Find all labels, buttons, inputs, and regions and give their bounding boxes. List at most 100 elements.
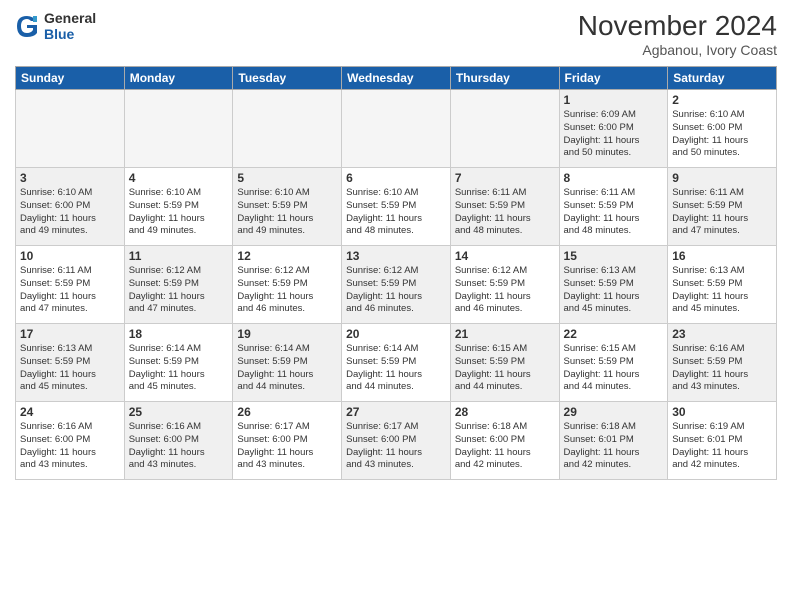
day-info: Sunrise: 6:15 AM Sunset: 5:59 PM Dayligh… — [564, 343, 664, 394]
day-number: 3 — [20, 171, 120, 185]
day-number: 23 — [672, 327, 772, 341]
day-cell: 19Sunrise: 6:14 AM Sunset: 5:59 PM Dayli… — [233, 324, 342, 402]
week-row-1: 1 Sunrise: 6:09 AM Sunset: 6:00 PM Daylig… — [16, 90, 777, 168]
day-info: Sunrise: 6:19 AM Sunset: 6:01 PM Dayligh… — [672, 421, 772, 472]
day-cell: 29 Sunrise: 6:18 AM Sunset: 6:01 PM Dayli… — [559, 402, 668, 480]
day-cell: 30 Sunrise: 6:19 AM Sunset: 6:01 PM Dayli… — [668, 402, 777, 480]
day-cell: 16Sunrise: 6:13 AM Sunset: 5:59 PM Dayli… — [668, 246, 777, 324]
day-cell: 13 Sunrise: 6:12 AM Sunset: 5:59 PM Dayli… — [342, 246, 451, 324]
day-info: Sunrise: 6:11 AM Sunset: 5:59 PM Dayligh… — [672, 187, 772, 238]
day-number: 24 — [20, 405, 120, 419]
week-row-4: 17 Sunrise: 6:13 AM Sunset: 5:59 PM Dayli… — [16, 324, 777, 402]
day-info: Sunrise: 6:16 AM Sunset: 6:00 PM Dayligh… — [129, 421, 229, 472]
day-info: Sunrise: 6:12 AM Sunset: 5:59 PM Dayligh… — [237, 265, 337, 316]
day-info: Sunrise: 6:10 AM Sunset: 5:59 PM Dayligh… — [346, 187, 446, 238]
day-cell: 8 Sunrise: 6:11 AM Sunset: 5:59 PM Daylig… — [559, 168, 668, 246]
day-cell: 6Sunrise: 6:10 AM Sunset: 5:59 PM Daylig… — [342, 168, 451, 246]
title-section: November 2024 Agbanou, Ivory Coast — [578, 10, 777, 58]
day-info: Sunrise: 6:11 AM Sunset: 5:59 PM Dayligh… — [455, 187, 555, 238]
week-row-5: 24 Sunrise: 6:16 AM Sunset: 6:00 PM Dayli… — [16, 402, 777, 480]
day-cell: 26 Sunrise: 6:17 AM Sunset: 6:00 PM Dayli… — [233, 402, 342, 480]
day-number: 5 — [237, 171, 337, 185]
day-cell — [16, 90, 125, 168]
day-number: 13 — [346, 249, 446, 263]
week-row-2: 3 Sunrise: 6:10 AM Sunset: 6:00 PM Daylig… — [16, 168, 777, 246]
day-cell: 14 Sunrise: 6:12 AM Sunset: 5:59 PM Dayli… — [450, 246, 559, 324]
day-info: Sunrise: 6:17 AM Sunset: 6:00 PM Dayligh… — [346, 421, 446, 472]
day-number: 12 — [237, 249, 337, 263]
day-info: Sunrise: 6:09 AM Sunset: 6:00 PM Dayligh… — [564, 109, 664, 160]
day-info: Sunrise: 6:12 AM Sunset: 5:59 PM Dayligh… — [455, 265, 555, 316]
day-info: Sunrise: 6:18 AM Sunset: 6:01 PM Dayligh… — [564, 421, 664, 472]
day-info: Sunrise: 6:18 AM Sunset: 6:00 PM Dayligh… — [455, 421, 555, 472]
day-cell: 4 Sunrise: 6:10 AM Sunset: 5:59 PM Daylig… — [124, 168, 233, 246]
day-cell: 20Sunrise: 6:14 AM Sunset: 5:59 PM Dayli… — [342, 324, 451, 402]
day-info: Sunrise: 6:15 AM Sunset: 5:59 PM Dayligh… — [455, 343, 555, 394]
logo-general: General — [44, 10, 96, 26]
day-number: 2 — [672, 93, 772, 107]
day-number: 8 — [564, 171, 664, 185]
day-cell: 2 Sunrise: 6:10 AM Sunset: 6:00 PM Daylig… — [668, 90, 777, 168]
day-number: 15 — [564, 249, 664, 263]
day-cell: 5 Sunrise: 6:10 AM Sunset: 5:59 PM Daylig… — [233, 168, 342, 246]
day-info: Sunrise: 6:13 AM Sunset: 5:59 PM Dayligh… — [672, 265, 772, 316]
calendar: SundayMondayTuesdayWednesdayThursdayFrid… — [15, 66, 777, 480]
day-cell: 7 Sunrise: 6:11 AM Sunset: 5:59 PM Daylig… — [450, 168, 559, 246]
logo-blue: Blue — [44, 26, 96, 42]
day-cell: 27Sunrise: 6:17 AM Sunset: 6:00 PM Dayli… — [342, 402, 451, 480]
day-info: Sunrise: 6:17 AM Sunset: 6:00 PM Dayligh… — [237, 421, 337, 472]
day-cell: 25 Sunrise: 6:16 AM Sunset: 6:00 PM Dayli… — [124, 402, 233, 480]
day-info: Sunrise: 6:10 AM Sunset: 5:59 PM Dayligh… — [237, 187, 337, 238]
day-cell: 22 Sunrise: 6:15 AM Sunset: 5:59 PM Dayli… — [559, 324, 668, 402]
day-cell — [124, 90, 233, 168]
day-cell: 1 Sunrise: 6:09 AM Sunset: 6:00 PM Daylig… — [559, 90, 668, 168]
day-cell — [450, 90, 559, 168]
day-header-monday: Monday — [124, 67, 233, 90]
day-number: 18 — [129, 327, 229, 341]
day-number: 10 — [20, 249, 120, 263]
month-title: November 2024 — [578, 10, 777, 42]
day-number: 25 — [129, 405, 229, 419]
day-number: 4 — [129, 171, 229, 185]
day-cell: 21Sunrise: 6:15 AM Sunset: 5:59 PM Dayli… — [450, 324, 559, 402]
day-cell: 23Sunrise: 6:16 AM Sunset: 5:59 PM Dayli… — [668, 324, 777, 402]
location: Agbanou, Ivory Coast — [578, 42, 777, 58]
day-info: Sunrise: 6:12 AM Sunset: 5:59 PM Dayligh… — [346, 265, 446, 316]
day-number: 26 — [237, 405, 337, 419]
day-info: Sunrise: 6:10 AM Sunset: 6:00 PM Dayligh… — [672, 109, 772, 160]
day-info: Sunrise: 6:13 AM Sunset: 5:59 PM Dayligh… — [20, 343, 120, 394]
day-cell — [342, 90, 451, 168]
day-number: 28 — [455, 405, 555, 419]
header: General Blue November 2024 Agbanou, Ivor… — [15, 10, 777, 58]
day-number: 17 — [20, 327, 120, 341]
day-number: 22 — [564, 327, 664, 341]
general-blue-icon — [15, 12, 39, 40]
week-row-3: 10 Sunrise: 6:11 AM Sunset: 5:59 PM Dayli… — [16, 246, 777, 324]
day-header-tuesday: Tuesday — [233, 67, 342, 90]
day-info: Sunrise: 6:13 AM Sunset: 5:59 PM Dayligh… — [564, 265, 664, 316]
day-header-friday: Friday — [559, 67, 668, 90]
day-number: 9 — [672, 171, 772, 185]
day-number: 29 — [564, 405, 664, 419]
day-number: 30 — [672, 405, 772, 419]
day-cell: 9 Sunrise: 6:11 AM Sunset: 5:59 PM Daylig… — [668, 168, 777, 246]
day-info: Sunrise: 6:10 AM Sunset: 5:59 PM Dayligh… — [129, 187, 229, 238]
day-info: Sunrise: 6:10 AM Sunset: 6:00 PM Dayligh… — [20, 187, 120, 238]
day-headers-row: SundayMondayTuesdayWednesdayThursdayFrid… — [16, 67, 777, 90]
day-cell: 24Sunrise: 6:16 AM Sunset: 6:00 PM Dayli… — [16, 402, 125, 480]
day-number: 1 — [564, 93, 664, 107]
day-number: 7 — [455, 171, 555, 185]
day-info: Sunrise: 6:11 AM Sunset: 5:59 PM Dayligh… — [20, 265, 120, 316]
day-cell: 28 Sunrise: 6:18 AM Sunset: 6:00 PM Dayli… — [450, 402, 559, 480]
logo: General Blue — [15, 10, 96, 42]
day-cell: 18Sunrise: 6:14 AM Sunset: 5:59 PM Dayli… — [124, 324, 233, 402]
page: General Blue November 2024 Agbanou, Ivor… — [0, 0, 792, 612]
day-cell: 11Sunrise: 6:12 AM Sunset: 5:59 PM Dayli… — [124, 246, 233, 324]
day-header-thursday: Thursday — [450, 67, 559, 90]
day-cell: 3 Sunrise: 6:10 AM Sunset: 6:00 PM Daylig… — [16, 168, 125, 246]
day-info: Sunrise: 6:11 AM Sunset: 5:59 PM Dayligh… — [564, 187, 664, 238]
day-info: Sunrise: 6:14 AM Sunset: 5:59 PM Dayligh… — [346, 343, 446, 394]
day-number: 14 — [455, 249, 555, 263]
day-cell: 10 Sunrise: 6:11 AM Sunset: 5:59 PM Dayli… — [16, 246, 125, 324]
day-header-sunday: Sunday — [16, 67, 125, 90]
